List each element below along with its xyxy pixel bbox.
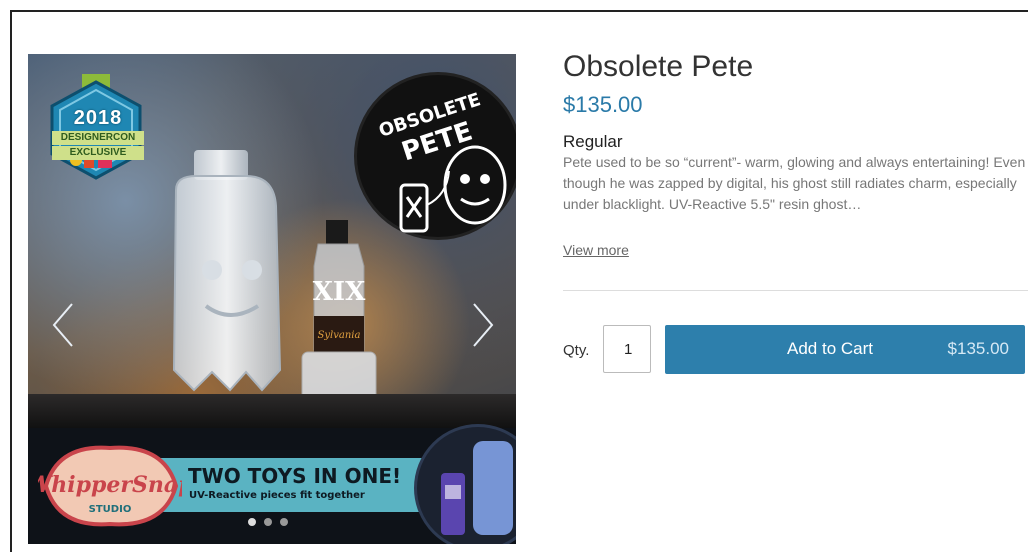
carousel-dot-1[interactable] xyxy=(248,518,256,526)
quantity-input[interactable] xyxy=(603,325,651,373)
add-to-cart-button[interactable]: Add to Cart $135.00 xyxy=(665,325,1025,374)
badge-year: 2018 xyxy=(73,107,123,129)
banner-subtitle: UV-Reactive pieces fit together xyxy=(189,490,365,501)
badge-text: 2018 DESIGNERCON EXCLUSIVE xyxy=(42,108,154,160)
obsolete-pete-logo: OBSOLETE PETE xyxy=(354,72,516,240)
chevron-right-icon xyxy=(473,303,494,347)
resin-ghost-figure xyxy=(146,150,294,394)
product-title: Obsolete Pete xyxy=(563,50,754,83)
display-shelf xyxy=(28,394,516,428)
carousel-dot-2[interactable] xyxy=(264,518,272,526)
whippersnap-studio-logo: WhipperSnap STUDIO xyxy=(38,440,182,532)
product-description: Pete used to be so “current”- warm, glow… xyxy=(563,154,1026,212)
add-to-cart-label: Add to Cart xyxy=(787,339,873,358)
svg-text:XIX: XIX xyxy=(313,277,366,307)
carousel-next-button[interactable] xyxy=(468,300,498,350)
carousel-dot-3[interactable] xyxy=(280,518,288,526)
uv-glow-preview xyxy=(414,424,516,544)
product-price: $135.00 xyxy=(563,92,643,117)
product-variant: Regular xyxy=(563,132,623,151)
carousel-prev-button[interactable] xyxy=(48,300,78,350)
qty-label: Qty. xyxy=(563,342,590,359)
studio-name: WhipperSnap xyxy=(38,472,182,498)
add-to-cart-price: $135.00 xyxy=(947,339,1009,358)
promo-banner: TWO TOYS IN ONE! UV-Reactive pieces fit … xyxy=(28,424,516,544)
badge-line2: EXCLUSIVE xyxy=(52,146,144,160)
product-image-carousel[interactable]: 2018 DESIGNERCON EXCLUSIVE OBSOLETE PETE xyxy=(28,54,516,544)
chevron-left-icon xyxy=(52,303,73,347)
banner-title: TWO TOYS IN ONE! xyxy=(188,464,402,488)
badge-line1: DESIGNERCON xyxy=(52,131,144,145)
carousel-dots xyxy=(248,518,288,526)
view-more-link[interactable]: View more xyxy=(563,242,629,258)
studio-sub: STUDIO xyxy=(89,504,132,515)
vacuum-tube-figure: XIX Sylvania xyxy=(288,220,390,414)
svg-text:Sylvania: Sylvania xyxy=(318,330,361,341)
divider xyxy=(563,290,1028,291)
